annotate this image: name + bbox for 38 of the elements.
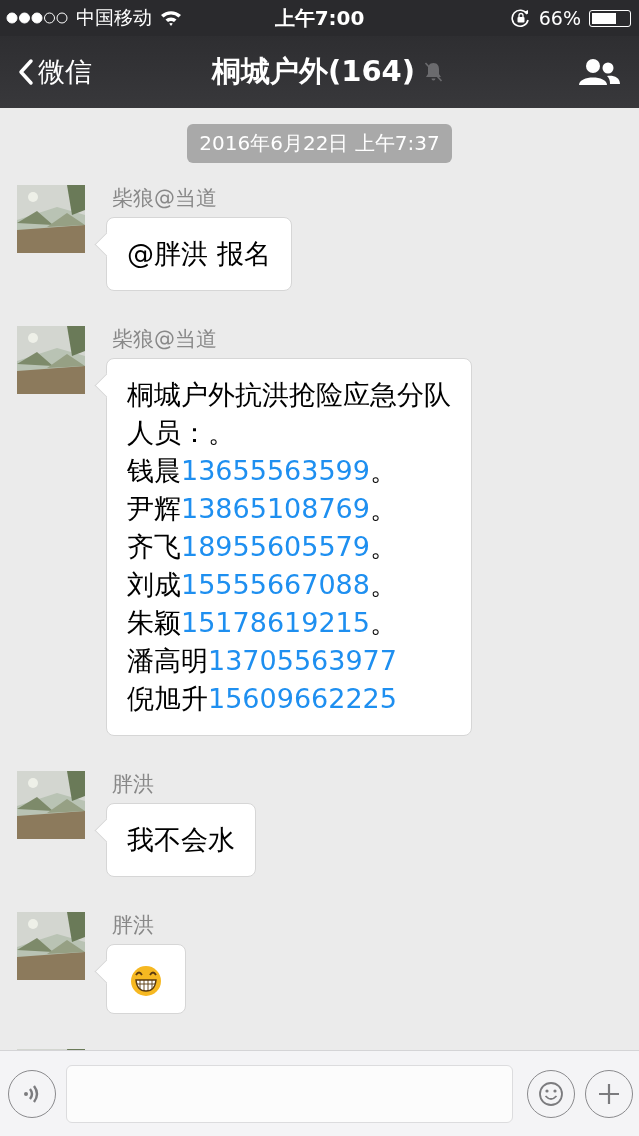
chat-title: 桐城户外(164) [212,53,415,90]
message-text: 桐城户外抗洪抢险应急分队 [127,378,451,412]
sender-name: 柴狼@当道 [112,326,218,352]
message-text: 人员：。 [127,416,236,450]
message-input-field[interactable] [66,1064,513,1123]
message-text: 齐飞18955605579。 [127,530,398,564]
signal-icon [6,12,68,24]
phone-link[interactable]: 13655563599 [181,455,370,486]
phone-link[interactable]: 15178619215 [181,607,370,638]
message-text: 尹辉13865108769。 [127,492,398,526]
wifi-icon [160,10,182,26]
message-text: @胖洪 报名 [127,237,271,271]
group-members-icon[interactable] [579,57,621,87]
back-button[interactable]: 微信 [18,54,92,90]
clock-time: 上午7:00 [274,4,365,32]
plus-icon [597,1081,621,1106]
battery-icon [589,9,631,27]
message-text: 刘成15555667088。 [127,568,398,602]
sender-name: 胖洪 [112,771,155,797]
phone-link[interactable]: 13865108769 [181,493,370,524]
phone-link[interactable]: 13705563977 [208,645,397,676]
phone-link[interactable]: 18955605579 [181,531,370,562]
message-text: 潘高明13705563977 [127,644,398,678]
timestamp: 2016年6月22日 上午7:37 [187,124,452,163]
battery-percent: 66% [538,7,581,29]
sender-name: 胖洪 [112,912,155,938]
back-chevron-icon [18,58,34,86]
smiley-icon [538,1080,564,1107]
phone-link[interactable]: 15609662225 [208,683,397,714]
rotation-lock-icon [510,8,531,28]
grinning-face-icon [129,963,163,997]
message-text: 倪旭升15609662225 [127,682,398,716]
message-text: 我不会水 [127,823,235,857]
message-text: 朱颖15178619215。 [127,606,398,640]
phone-link[interactable]: 15555667088 [181,569,370,600]
carrier-name: 中国移动 [76,5,152,30]
message-text: 钱晨13655563599。 [127,454,398,488]
sender-name: 柴狼@当道 [112,185,218,211]
